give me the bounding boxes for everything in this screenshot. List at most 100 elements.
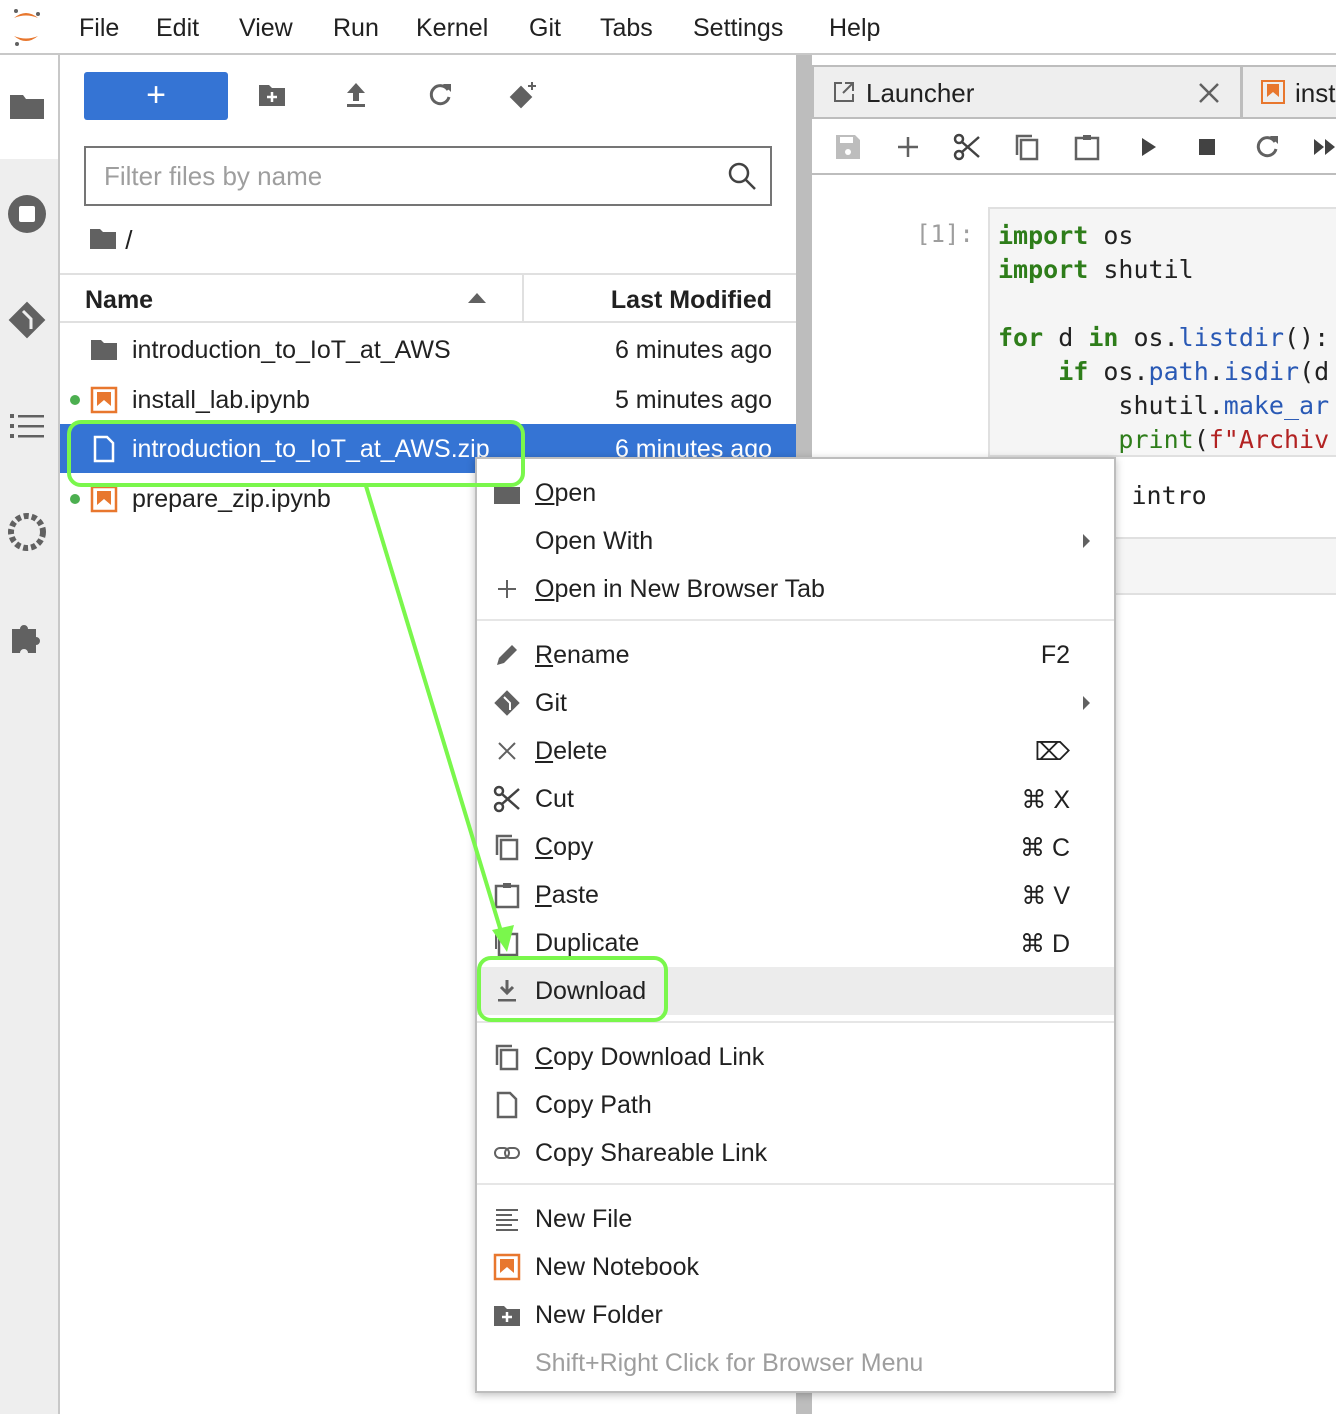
menu-tabs[interactable]: Tabs [600, 14, 653, 43]
menu-item-paste[interactable]: Paste ⌘ V [477, 871, 1114, 919]
menu-run[interactable]: Run [333, 14, 379, 43]
tab-launcher[interactable]: Launcher [814, 67, 1240, 117]
plus-icon [498, 580, 516, 598]
menu-item-label: Paste [535, 881, 599, 909]
menu-item-cut[interactable]: Cut ⌘ X [477, 775, 1114, 823]
menu-separator [477, 1183, 1114, 1185]
menu-item-label: New Notebook [535, 1253, 699, 1281]
menu-edit[interactable]: Edit [156, 14, 199, 43]
folder-icon [494, 484, 520, 504]
jupyter-logo-icon[interactable] [8, 6, 44, 48]
menu-item-label: Rename [535, 641, 630, 669]
text-file-icon [496, 1209, 518, 1231]
menu-kernel[interactable]: Kernel [416, 14, 488, 43]
menu-item-copy-path[interactable]: Copy Path [477, 1081, 1114, 1129]
refresh-icon[interactable] [425, 80, 455, 110]
menu-item-open-with[interactable]: Open With [477, 517, 1114, 565]
menu-item-new-notebook[interactable]: New Notebook [477, 1243, 1114, 1291]
toc-icon[interactable] [6, 405, 48, 447]
git-clone-icon[interactable] [508, 80, 538, 110]
menu-item-copy-download-link[interactable]: Copy Download Link [477, 1033, 1114, 1081]
menu-git[interactable]: Git [529, 14, 561, 43]
new-launcher-button[interactable]: + [84, 72, 228, 120]
git-icon[interactable] [6, 299, 48, 341]
menu-item-download[interactable]: Download [477, 967, 1114, 1015]
running-icon[interactable] [6, 193, 48, 235]
menu-item-label: Copy [535, 833, 594, 861]
pencil-icon [497, 645, 517, 665]
menu-item-duplicate[interactable]: Duplicate ⌘ D [477, 919, 1114, 967]
menu-item-label: Shift+Right Click for Browser Menu [535, 1349, 924, 1377]
menu-separator [477, 619, 1114, 621]
notebook-toolbar [812, 117, 1336, 175]
menu-item-rename[interactable]: Rename F2 [477, 631, 1114, 679]
scissors-icon [493, 785, 520, 813]
menu-item-label: Copy Path [535, 1091, 652, 1119]
new-folder-icon[interactable] [257, 80, 287, 110]
tab-label: Launcher [866, 78, 975, 108]
menu-item-new-file[interactable]: New File [477, 1195, 1114, 1243]
menu-help[interactable]: Help [829, 14, 880, 43]
close-icon[interactable] [1198, 82, 1220, 104]
save-icon[interactable] [834, 133, 862, 161]
notebook-icon [90, 386, 118, 414]
menu-separator [477, 1021, 1114, 1023]
menu-file[interactable]: File [79, 14, 119, 43]
menu-item-copy[interactable]: Copy ⌘ C [477, 823, 1114, 871]
launcher-icon [834, 82, 854, 102]
link-icon [494, 1147, 520, 1159]
run-icon[interactable] [1134, 133, 1162, 161]
restart-icon[interactable] [1253, 133, 1281, 161]
upload-icon[interactable] [341, 80, 371, 110]
palette-icon[interactable] [6, 511, 48, 553]
new-folder-icon [494, 1306, 520, 1326]
search-icon [728, 162, 756, 190]
file-modified: 5 minutes ago [614, 386, 772, 414]
menu-item-shortcut: F2 [1040, 641, 1070, 669]
folder-icon[interactable] [6, 85, 48, 127]
column-name[interactable]: Name [85, 286, 153, 315]
folder-icon [90, 229, 116, 249]
tab-bar: Launcher inst [812, 65, 1336, 117]
add-cell-icon[interactable] [894, 133, 922, 161]
notebook-icon [493, 1253, 521, 1281]
code-cell-editor[interactable]: import os import shutil for d in os.list… [988, 207, 1336, 457]
menu-item-label: Delete [535, 737, 608, 765]
column-last-modified[interactable]: Last Modified [522, 275, 796, 321]
menu-item-open-in-new-browser-tab[interactable]: Open in New Browser Tab [477, 565, 1114, 613]
menu-item-open[interactable]: Open [477, 469, 1114, 517]
menu-settings[interactable]: Settings [693, 14, 783, 43]
scissors-icon[interactable] [953, 133, 981, 161]
breadcrumb[interactable]: / [88, 225, 132, 256]
file-row[interactable]: introduction_to_IoT_at_AWS 6 minutes ago [60, 325, 796, 374]
menu-item-shortcut: ⌘ V [1021, 882, 1070, 910]
activity-bar [0, 55, 60, 1414]
menu-item-delete[interactable]: Delete ⌦ [477, 727, 1114, 775]
menu-item-git[interactable]: Git [477, 679, 1114, 727]
menu-item-new-folder[interactable]: New Folder [477, 1291, 1114, 1339]
menu-item-copy-shareable-link[interactable]: Copy Shareable Link [477, 1129, 1114, 1177]
sort-ascending-icon [468, 293, 486, 303]
notebook-icon [1261, 80, 1285, 104]
breadcrumb-root[interactable]: / [125, 225, 132, 255]
running-indicator [70, 395, 80, 405]
stop-icon[interactable] [1193, 133, 1221, 161]
menu-item-shift-right-click-for-browser-menu: Shift+Right Click for Browser Menu [477, 1339, 1114, 1387]
filter-input[interactable]: Filter files by name [84, 146, 772, 206]
fast-forward-icon[interactable] [1312, 133, 1336, 161]
file-row[interactable]: install_lab.ipynb 5 minutes ago [60, 375, 796, 424]
copy-icon[interactable] [1013, 133, 1041, 161]
menu-item-shortcut: ⌘ C [1020, 834, 1070, 862]
extension-icon[interactable] [6, 617, 48, 659]
menu-item-label: Download [535, 977, 647, 1005]
paste-icon[interactable] [1073, 133, 1101, 161]
close-icon [498, 742, 516, 760]
menu-item-label: Copy Shareable Link [535, 1139, 768, 1167]
menu-item-shortcut: ⌘ X [1021, 786, 1070, 814]
tab-install-lab[interactable]: inst [1243, 67, 1336, 117]
submenu-arrow-icon [1083, 534, 1090, 548]
file-name: prepare_zip.ipynb [132, 485, 331, 513]
menu-view[interactable]: View [239, 14, 293, 43]
copy-icon [495, 1044, 519, 1071]
duplicate-icon [495, 930, 519, 957]
